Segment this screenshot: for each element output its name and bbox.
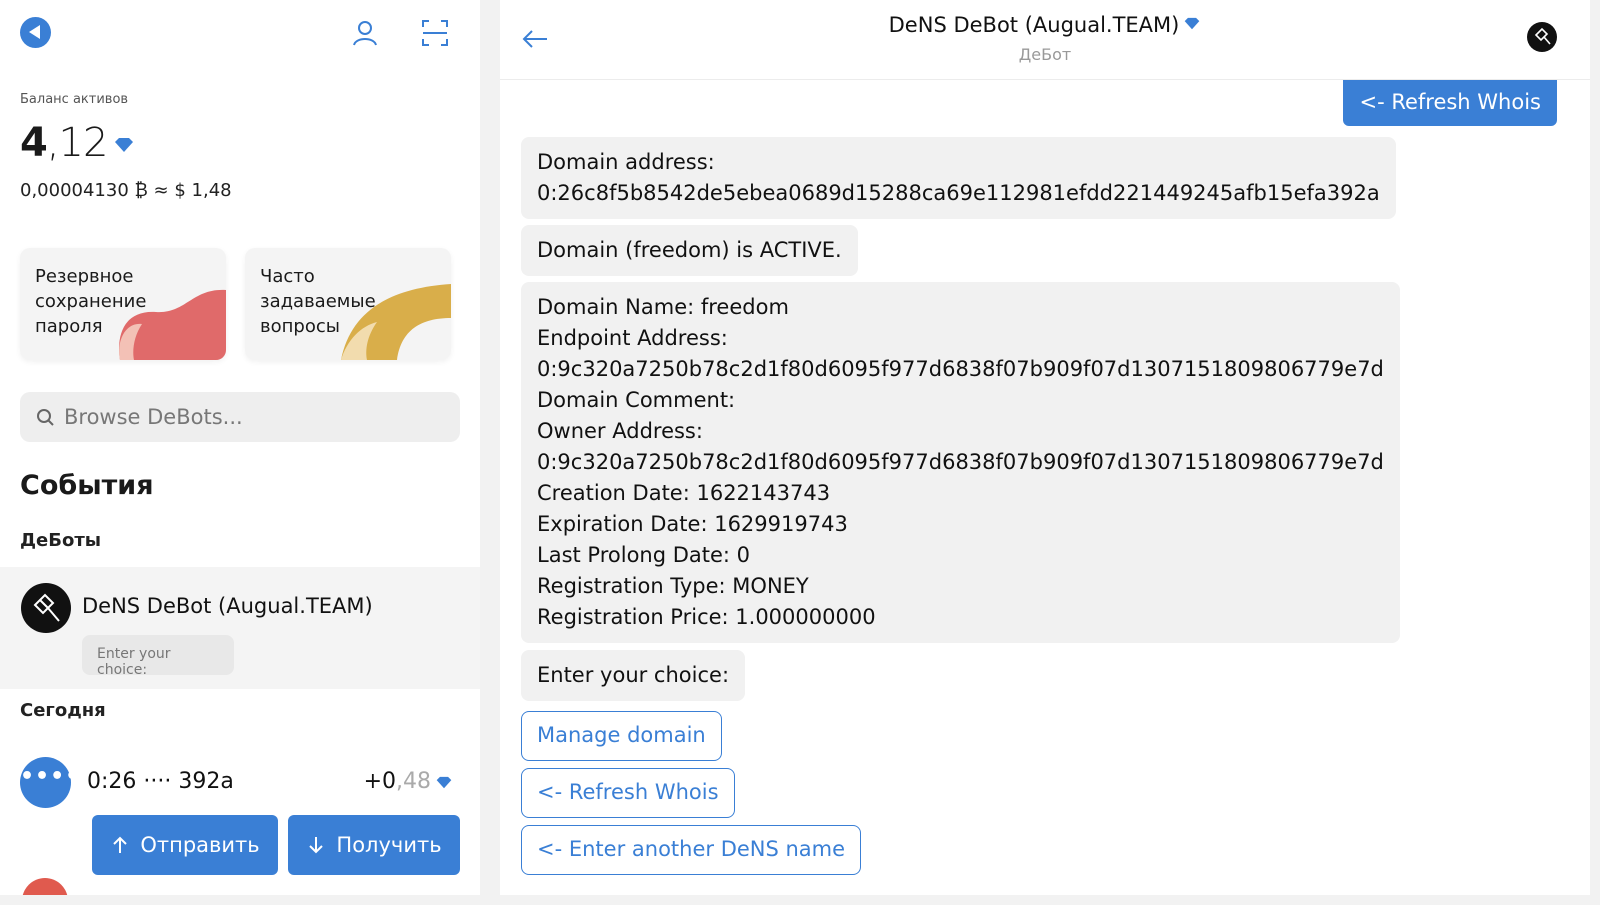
today-subtitle: Сегодня [20,700,106,721]
message-line: Last Prolong Date: 0 [537,543,751,567]
app-logo-icon[interactable] [20,17,51,48]
message-line: 0:9c320a7250b78c2d1f80d6095f977d6838f07b… [537,450,1384,474]
message-line: Domain (freedom) is ACTIVE. [537,238,842,262]
transaction-row[interactable]: •••• 0:26 ···· 392a +0,48 [0,752,480,812]
card-label-line: вопросы [260,316,340,337]
ever-gem-icon [1185,17,1200,30]
debot-name: DeNS DeBot (Augual.TEAM) [82,594,373,618]
message-line: 0:9c320a7250b78c2d1f80d6095f977d6838f07b… [537,357,1384,381]
ever-gem-icon [436,776,452,788]
balance-fiat: 0,00004130 ₿ ≈ $ 1,48 [20,180,232,201]
bot-message-bubble: Domain address: 0:26c8f5b8542de5ebea0689… [521,137,1396,219]
arrow-down-icon [309,837,324,854]
chat-subtitle: ДеБот [1018,45,1072,64]
message-line: Domain Comment: [537,388,736,412]
balance-amount: 4,12 [20,120,135,166]
card-label-line: Часто [260,266,315,287]
message-line: Owner Address: [537,419,703,443]
card-label-line: задаваемые [260,291,376,312]
card-label-line: Резервное [35,266,134,287]
profile-icon[interactable] [350,18,380,48]
option-enter-another-name-button[interactable]: <- Enter another DeNS name [521,825,862,875]
events-title: События [20,470,154,501]
option-refresh-whois-button[interactable]: <- Refresh Whois [521,768,735,818]
balance-label: Баланс активов [20,92,129,107]
message-line: Creation Date: 1622143743 [537,481,831,505]
receive-button[interactable]: Получить [288,815,460,875]
scan-icon[interactable] [420,18,450,48]
send-button[interactable]: Отправить [92,815,278,875]
chat-header: DeNS DeBot (Augual.TEAM) ДеБот [500,0,1590,80]
debot-list-item[interactable]: DeNS DeBot (Augual.TEAM) Enter your choi… [0,567,480,689]
browse-debots-search[interactable]: Browse DeBots... [20,392,460,442]
ever-gem-icon [115,138,134,152]
arrow-up-icon [113,836,128,853]
message-line: Domain Name: freedom [537,295,789,319]
wallet-panel: Баланс активов 4,12 0,00004130 ₿ ≈ $ 1,4… [0,0,480,895]
message-line: Domain address: [537,150,715,174]
more-dots-icon: •••• [20,757,79,808]
transaction-address: 0:26 ···· 392a [87,769,234,794]
user-message-bubble: <- Refresh Whois [1343,80,1557,126]
debots-subtitle: ДеБоты [20,530,102,551]
message-line: Endpoint Address: [537,326,728,350]
message-line: 0:26c8f5b8542de5ebea0689d15288ca69e11298… [537,181,1380,205]
debot-chat-panel: DeNS DeBot (Augual.TEAM) ДеБот <- Refres… [500,0,1590,895]
debot-avatar-icon[interactable] [1527,22,1557,52]
transaction-avatar [22,878,68,895]
search-icon [37,409,54,426]
bot-message-bubble: Domain (freedom) is ACTIVE. [521,225,858,276]
message-line: Registration Price: 1.000000000 [537,605,876,629]
message-line: Registration Type: MONEY [537,574,809,598]
card-faq[interactable]: Часто задаваемые вопросы [245,248,451,360]
dens-debot-avatar [21,583,71,633]
card-label-line: сохранение [35,291,147,312]
bot-message-bubble: Enter your choice: [521,650,746,701]
card-backup-password[interactable]: Резервное сохранение пароля [20,248,226,360]
option-manage-domain-button[interactable]: Manage domain [521,711,722,761]
message-line: Enter your choice: [537,663,730,687]
debot-last-message: Enter your choice: [82,635,234,678]
message-line: Expiration Date: 1629919743 [537,512,848,536]
search-placeholder: Browse DeBots... [64,405,243,429]
chat-title: DeNS DeBot (Augual.TEAM) [500,13,1590,37]
card-label-line: пароля [35,316,103,337]
transaction-amount: +0,48 [364,769,453,794]
bot-message-bubble: Domain Name: freedom Endpoint Address: 0… [521,282,1400,643]
